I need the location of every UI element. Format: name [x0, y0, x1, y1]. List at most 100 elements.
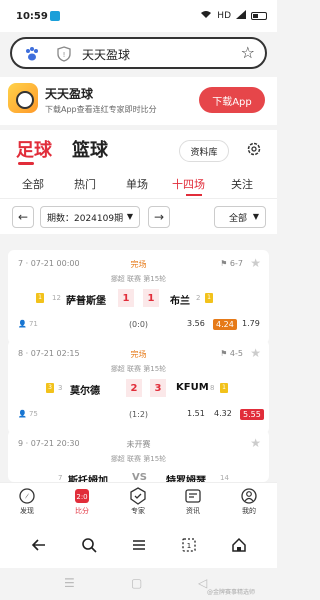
home-team: 萨普斯堡 [66, 296, 106, 307]
nav-mine[interactable]: 我的 [229, 487, 269, 516]
back-arrow-icon[interactable] [28, 534, 50, 556]
nav-label: 比分 [75, 507, 89, 515]
settings-gear-icon[interactable] [246, 141, 262, 160]
sub-tabs: 全部 热门 单场 十四场 关注 [0, 170, 277, 198]
address-bar[interactable]: ! 天天盈球 ☆ [10, 37, 267, 69]
match-card[interactable]: 8 · 07-21 02:15 完场 ⚑ 4-5 ★ 挪超 联赛 第15轮 3 … [8, 340, 269, 434]
search-icon[interactable] [78, 534, 100, 556]
home-rank: 3 [58, 384, 63, 392]
sport-tabs: 足球 篮球 资料库 [0, 130, 277, 170]
expert-badge-icon [130, 487, 146, 505]
svg-text:2:0: 2:0 [76, 493, 87, 501]
away-score: 3 [150, 379, 166, 397]
bookmark-star-icon[interactable]: ☆ [241, 43, 255, 62]
watermark: @金牌赛事精选师 [206, 589, 255, 596]
signal-icon [236, 10, 246, 22]
subtab-hot[interactable]: 热门 [74, 176, 96, 192]
match-card[interactable]: 9 · 07-21 20:30 未开赛 ★ 挪超 联赛 第15轮 7 斯托姆加 … [8, 430, 269, 487]
browser-toolbar: 1 [0, 522, 277, 568]
address-text[interactable]: 天天盈球 [82, 46, 130, 63]
period-filter-bar: ← 期数：2024109期 ▼ → 全部 ▼ [0, 198, 277, 234]
promo-description: 下载App查看连红专家即时比分 [45, 105, 157, 114]
subtab-fourteen[interactable]: 十四场 [172, 176, 205, 192]
match-bottom-row: 👤 71 (0:0) 3.56 4.24 1.79 [8, 318, 269, 334]
tabs-icon[interactable]: 1 [178, 534, 200, 556]
next-period-arrow-icon[interactable]: → [148, 206, 170, 228]
svg-text:!: ! [63, 51, 66, 59]
chevron-down-icon: ▼ [126, 212, 133, 221]
away-yellow-card: 1 [205, 293, 213, 303]
chevron-down-icon: ▼ [252, 212, 259, 221]
odds-draw: 4.32 [214, 409, 232, 418]
scope-select[interactable]: 全部 ▼ [214, 206, 266, 228]
period-value: 期数：2024109期 [47, 213, 124, 224]
security-shield-icon[interactable]: ! [57, 46, 71, 65]
battery-icon [251, 12, 267, 20]
away-score: 1 [143, 289, 159, 307]
app-notification-icon [50, 11, 60, 21]
scoreboard-icon: 2:0 [75, 489, 89, 503]
prev-period-arrow-icon[interactable]: ← [12, 206, 34, 228]
home-score: 1 [118, 289, 134, 307]
tab-football[interactable]: 足球 [16, 136, 52, 162]
compass-icon [19, 488, 35, 504]
wifi-icon [200, 10, 212, 22]
subtab-single[interactable]: 单场 [126, 176, 148, 192]
match-card[interactable]: 7 · 07-21 00:00 完场 ⚑ 6-7 ★ 挪超 联赛 第15轮 1 … [8, 250, 269, 344]
subtab-follow[interactable]: 关注 [231, 176, 253, 192]
home-rank: 12 [52, 294, 61, 302]
match-status: 未开赛 [126, 440, 151, 449]
nav-label: 专家 [131, 507, 145, 515]
period-select[interactable]: 期数：2024109期 ▼ [40, 206, 140, 228]
status-time: 10:59 [16, 11, 48, 22]
nav-news[interactable]: 资讯 [173, 487, 213, 516]
follow-star-icon[interactable]: ★ [250, 346, 261, 360]
active-tab-indicator [18, 162, 34, 165]
status-bar: 10:59 HD [0, 0, 277, 32]
baidu-paw-icon[interactable] [24, 46, 40, 65]
nav-label: 我的 [242, 507, 256, 515]
network-label: HD [217, 11, 231, 21]
away-rank: 2 [196, 294, 201, 302]
odds-draw: 4.24 [213, 319, 237, 330]
news-icon [185, 489, 201, 503]
nav-label: 发现 [20, 507, 34, 515]
follow-star-icon[interactable]: ★ [250, 436, 261, 450]
menu-icon[interactable] [128, 534, 150, 556]
nav-expert[interactable]: 专家 [118, 487, 158, 516]
corner-value: 6-7 [229, 259, 243, 268]
home-team: 莫尔德 [70, 386, 100, 397]
app-download-banner: 天天盈球 下载App查看连红专家即时比分 下载App [0, 77, 277, 125]
subtab-all[interactable]: 全部 [22, 176, 44, 192]
profile-icon [241, 488, 257, 504]
away-team: KFUM [176, 382, 209, 393]
scope-value: 全部 [229, 213, 248, 224]
download-app-button[interactable]: 下载App [199, 87, 265, 113]
odds-home: 3.56 [187, 319, 205, 328]
status-indicators: HD [200, 10, 267, 22]
odds-home: 1.51 [187, 409, 205, 418]
match-score-row: 1 12 萨普斯堡 1 1 布兰 2 1 [8, 288, 269, 308]
system-navigation: ☰ ▢ ◁ @金牌赛事精选师 [0, 568, 277, 600]
library-button[interactable]: 资料库 [179, 140, 229, 162]
odds-away: 5.55 [240, 409, 264, 420]
nav-score[interactable]: 2:0 比分 [62, 487, 102, 516]
follow-star-icon[interactable]: ★ [250, 256, 261, 270]
recent-apps-icon[interactable]: ☰ [64, 576, 75, 590]
corner-count: ⚑ 6-7 [220, 259, 243, 268]
back-triangle-icon[interactable]: ◁ [198, 576, 207, 590]
odds-away: 1.79 [242, 319, 260, 328]
corner-value: 4-5 [229, 349, 243, 358]
home-circle-icon[interactable]: ▢ [131, 576, 142, 590]
away-yellow-card: 1 [220, 383, 228, 393]
app-logo [8, 83, 38, 113]
home-icon[interactable] [228, 534, 250, 556]
promo-app-name: 天天盈球 [45, 87, 94, 101]
tab-basketball[interactable]: 篮球 [72, 136, 108, 162]
away-team: 布兰 [170, 296, 190, 307]
away-rank: 8 [210, 384, 215, 392]
bottom-navigation: 发现 2:0 比分 专家 资讯 我的 [0, 482, 277, 522]
nav-discover[interactable]: 发现 [7, 487, 47, 516]
league-round: 挪超 联赛 第15轮 [110, 365, 167, 373]
nav-label: 资讯 [186, 507, 200, 515]
